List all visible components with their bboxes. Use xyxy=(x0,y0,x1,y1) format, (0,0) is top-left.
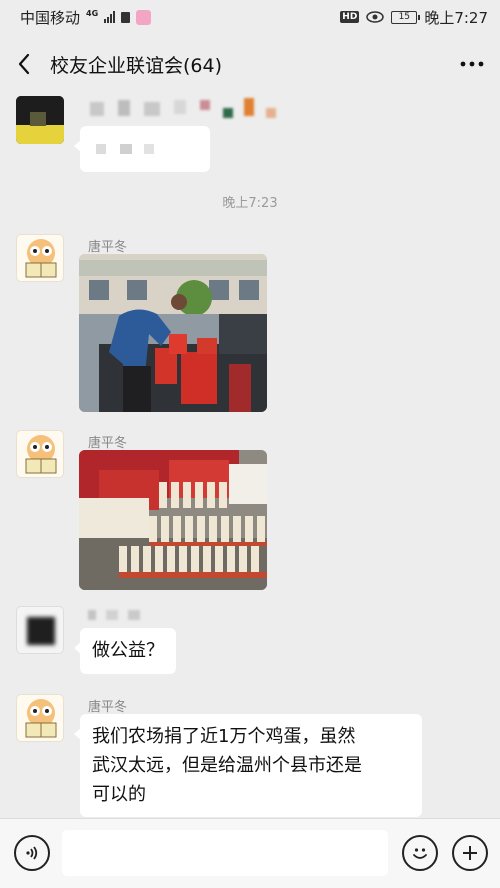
network-label: 4G xyxy=(86,8,99,18)
message-text-line: 武汉太远，但是给温州个县市还是 xyxy=(92,755,362,776)
photo-message[interactable] xyxy=(79,450,267,590)
blurred-sender xyxy=(90,98,290,122)
clock: 晚上7:27 xyxy=(424,8,488,27)
message-text-line: 可以的 xyxy=(92,784,146,805)
photo-message[interactable] xyxy=(79,254,267,412)
chat-title: 校友企业联谊会(64) xyxy=(50,54,223,77)
eye-icon xyxy=(366,11,385,23)
donated-goods-photo xyxy=(79,450,267,590)
chat-header: 校友企业联谊会(64) xyxy=(0,40,500,88)
battery-icon: 15 xyxy=(391,10,421,24)
sender-name: 唐平冬 xyxy=(88,700,128,715)
emoji-icon xyxy=(413,848,427,859)
hd-badge: HD xyxy=(340,11,360,23)
owl-reading-icon xyxy=(25,699,57,738)
avatar[interactable] xyxy=(16,234,64,282)
signal-icon xyxy=(104,11,116,23)
message-text: 做公益？ xyxy=(92,640,164,661)
status-right: HD 15 晚上7:27 xyxy=(340,7,488,28)
back-button[interactable] xyxy=(0,40,48,88)
message-bubble[interactable]: 我们农场捐了近1万个鸡蛋，虽然 武汉太远，但是给温州个县市还是 可以的 xyxy=(74,714,422,817)
add-button[interactable] xyxy=(452,835,488,871)
more-dots-icon xyxy=(460,61,484,67)
sender-name: 唐平冬 xyxy=(88,240,128,255)
plus-icon xyxy=(463,846,477,860)
emoji-button[interactable] xyxy=(402,835,438,871)
avatar[interactable] xyxy=(16,694,64,742)
status-bar: 中国移动 4G HD 15 晚上7:27 xyxy=(0,0,500,34)
message-bubble[interactable]: 做公益？ xyxy=(74,628,176,674)
chevron-left-icon xyxy=(18,53,30,75)
voice-button[interactable] xyxy=(14,835,50,871)
voice-icon xyxy=(26,846,38,860)
avatar[interactable] xyxy=(16,606,64,654)
battery-level: 15 xyxy=(398,12,411,22)
status-left: 中国移动 4G xyxy=(20,7,152,28)
message-text-line: 我们农场捐了近1万个鸡蛋，虽然 xyxy=(92,726,356,747)
app-notification-icon xyxy=(136,9,152,25)
truck-loading-photo xyxy=(79,254,267,412)
blurred-message-bubble[interactable] xyxy=(74,126,210,172)
sender-name: 唐平冬 xyxy=(88,436,128,451)
blurred-sender xyxy=(88,608,168,622)
message-timestamp: 晚上7:23 xyxy=(222,196,278,211)
owl-reading-icon xyxy=(25,435,57,474)
input-bar xyxy=(0,818,500,888)
more-button[interactable] xyxy=(444,40,500,88)
carrier-label: 中国移动 xyxy=(20,8,81,27)
owl-reading-icon xyxy=(25,239,57,278)
avatar[interactable] xyxy=(16,96,64,144)
notification-icon xyxy=(121,11,131,23)
message-list[interactable]: 晚上7:23 唐平冬 唐平冬 做公益？ 唐平冬 我们农场捐了近1万个鸡蛋，虽然 … xyxy=(0,88,500,818)
message-input[interactable] xyxy=(62,830,388,876)
avatar[interactable] xyxy=(16,430,64,478)
